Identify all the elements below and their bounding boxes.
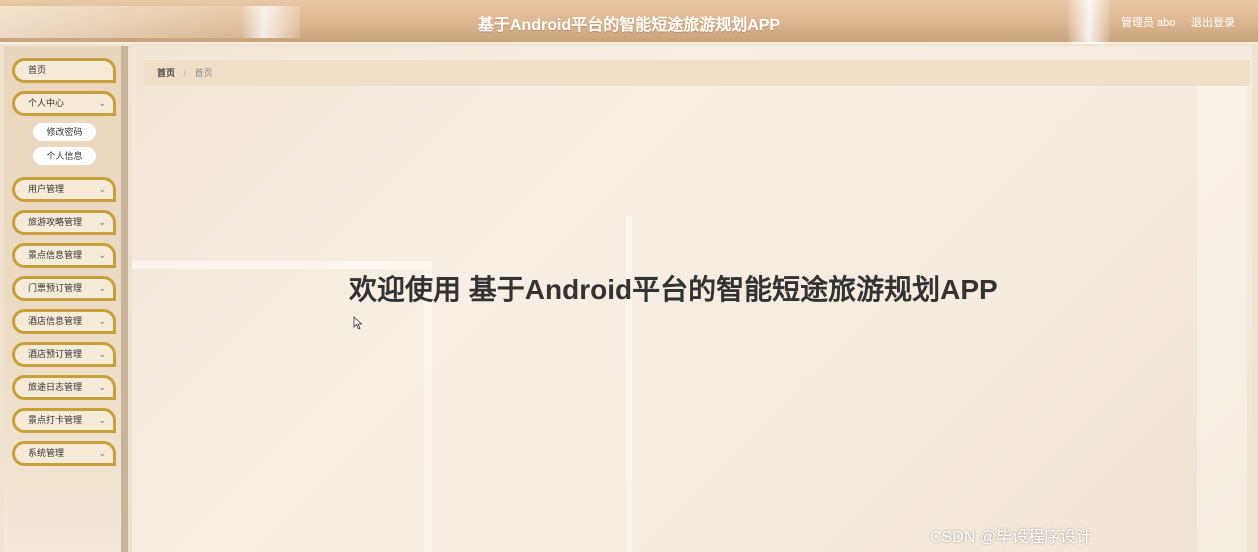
sidebar-item-personal-center[interactable]: 个人中心 ⌄	[12, 91, 116, 116]
sidebar-item-label: 酒店预订管理	[28, 349, 83, 359]
sidebar-item-label: 景点信息管理	[28, 250, 83, 260]
main-content: 首页 / 首页 欢迎使用 基于Android平台的智能短途旅游规划APP	[132, 46, 1252, 552]
chevron-down-icon: ⌄	[98, 283, 106, 293]
chevron-down-icon: ⌄	[98, 448, 106, 458]
sidebar-item-label: 酒店信息管理	[28, 316, 83, 326]
breadcrumb: 首页 / 首页	[144, 60, 1250, 86]
sidebar-item-label: 旅途日志管理	[28, 382, 83, 392]
app-title: 基于Android平台的智能短途旅游规划APP	[477, 17, 781, 34]
sidebar-item-label: 旅游攻略管理	[28, 217, 83, 227]
sidebar-item-label: 用户管理	[28, 184, 65, 194]
sidebar-item-attraction-info-management[interactable]: 景点信息管理 ⌄	[12, 243, 116, 268]
background-panel	[1197, 86, 1247, 552]
breadcrumb-home-link[interactable]: 首页	[157, 68, 175, 78]
sidebar-item-user-management[interactable]: 用户管理 ⌄	[12, 177, 116, 202]
watermark: CSDN @毕设程序设计	[930, 529, 1093, 546]
welcome-heading: 欢迎使用 基于Android平台的智能短途旅游规划APP	[349, 274, 998, 305]
chevron-down-icon: ⌄	[98, 184, 106, 194]
sidebar-subitem-personal-info[interactable]: 个人信息	[33, 147, 96, 165]
sidebar-item-hotel-info-management[interactable]: 酒店信息管理 ⌄	[12, 309, 116, 334]
chevron-down-icon: ⌄	[98, 316, 106, 326]
chevron-down-icon: ⌄	[98, 98, 106, 108]
breadcrumb-current: 首页	[194, 68, 213, 78]
chevron-down-icon: ⌄	[98, 382, 106, 392]
sidebar-item-system-management[interactable]: 系统管理 ⌄	[12, 441, 116, 466]
sidebar-item-travel-log-management[interactable]: 旅途日志管理 ⌄	[12, 375, 116, 400]
sidebar-subitem-change-password[interactable]: 修改密码	[33, 123, 96, 141]
chevron-down-icon: ⌄	[98, 250, 106, 260]
sidebar-item-label: 门票预订管理	[28, 283, 83, 293]
sidebar-item-label: 景点打卡管理	[28, 415, 83, 425]
sidebar-item-hotel-booking-management[interactable]: 酒店预订管理 ⌄	[12, 342, 116, 367]
sidebar-item-attraction-checkin-management[interactable]: 景点打卡管理 ⌄	[12, 408, 116, 433]
sidebar-item-label: 个人中心	[28, 98, 65, 108]
header-bar: 基于Android平台的智能短途旅游规划APP 管理员 abo 退出登录	[0, 0, 1258, 44]
breadcrumb-separator: /	[183, 68, 187, 78]
sidebar-item-label: 首页	[28, 65, 47, 75]
sidebar-item-home[interactable]: 首页	[12, 58, 116, 83]
background-panel	[382, 216, 632, 552]
chevron-down-icon: ⌄	[98, 349, 106, 359]
mouse-pointer-icon	[353, 316, 363, 330]
sidebar-item-travel-guide-management[interactable]: 旅游攻略管理 ⌄	[12, 210, 116, 235]
current-user-label: 管理员 abo	[1121, 17, 1176, 29]
chevron-down-icon: ⌄	[98, 415, 106, 425]
logout-link[interactable]: 退出登录	[1191, 14, 1235, 30]
sidebar-item-label: 系统管理	[28, 448, 65, 458]
sidebar: 首页 个人中心 ⌄ 修改密码 个人信息 用户管理 ⌄ 旅游攻略管理 ⌄ 景点信息…	[4, 46, 128, 552]
chevron-down-icon: ⌄	[98, 217, 106, 227]
sidebar-item-ticket-booking-management[interactable]: 门票预订管理 ⌄	[12, 276, 116, 301]
